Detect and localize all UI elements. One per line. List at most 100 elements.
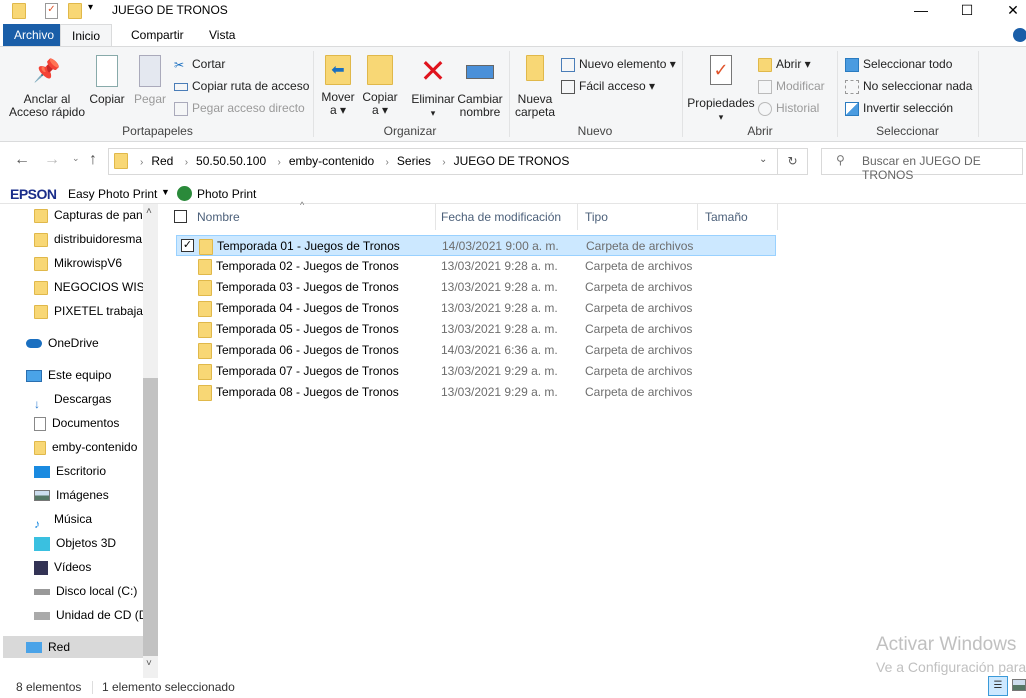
select-all-checkbox[interactable] — [174, 210, 187, 223]
easy-photo-print-button[interactable]: Easy Photo Print — [68, 187, 157, 201]
network-icon — [26, 642, 42, 654]
crumb-emby[interactable]: emby-contenido — [289, 154, 374, 168]
details-view-button[interactable]: ☰ — [988, 676, 1008, 696]
forward-button[interactable]: → — [44, 151, 60, 169]
up-button[interactable]: ↑ — [89, 151, 97, 169]
nav-item-videos[interactable]: Vídeos — [34, 556, 160, 578]
file-row[interactable]: Temporada 05 - Juegos de Tronos 13/03/202… — [176, 319, 776, 340]
easy-photo-dropdown-icon[interactable]: ▼ — [161, 187, 170, 197]
download-icon: ↓ — [34, 396, 40, 410]
group-portapapeles: Portapapeles — [122, 124, 193, 138]
photo-print-button[interactable]: Photo Print — [197, 187, 256, 201]
rename-button[interactable]: Cambiar nombre — [457, 55, 503, 119]
row-checkbox[interactable]: ✓ — [181, 239, 194, 252]
file-row[interactable]: Temporada 08 - Juegos de Tronos 13/03/202… — [176, 382, 776, 403]
address-dropdown-button[interactable]: ⌄ — [759, 154, 767, 165]
nav-item-pixetel[interactable]: PIXETEL trabajad — [34, 300, 160, 322]
maximize-button[interactable]: ☐ — [944, 0, 990, 22]
delete-button[interactable]: ✕ Eliminar ▾ — [410, 55, 456, 120]
history-button[interactable]: Historial — [758, 101, 819, 116]
file-row[interactable]: Temporada 04 - Juegos de Tronos 13/03/202… — [176, 298, 776, 319]
file-date: 13/03/2021 9:28 a. m. — [441, 301, 558, 315]
cut-button[interactable]: ✂ Cortar — [174, 57, 225, 72]
copy-button[interactable]: Copiar — [88, 55, 126, 106]
back-button[interactable]: ← — [14, 151, 30, 169]
nav-item-musica[interactable]: ♪ Música — [34, 508, 160, 530]
search-input[interactable]: ⚲ Buscar en JUEGO DE TRONOS — [821, 148, 1023, 182]
column-fecha[interactable]: Fecha de modificación — [436, 204, 578, 230]
selection-count: 1 elemento seleccionado — [102, 680, 235, 694]
nav-item-objetos-3d[interactable]: Objetos 3D — [34, 532, 160, 554]
copy-path-button[interactable]: Copiar ruta de acceso — [174, 79, 309, 93]
column-nombre[interactable]: Nombre — [192, 204, 436, 230]
breadcrumb: › Red › 50.50.50.100 › emby-contenido › Seri… — [140, 154, 570, 168]
file-date: 13/03/2021 9:29 a. m. — [441, 364, 558, 378]
new-folder-quick-icon[interactable] — [68, 3, 82, 19]
item-count: 8 elementos — [16, 680, 82, 694]
nav-item-capturas[interactable]: Capturas de pan — [34, 204, 160, 226]
file-row[interactable]: Temporada 06 - Juegos de Tronos 14/03/202… — [176, 340, 776, 361]
column-tipo[interactable]: Tipo — [580, 204, 698, 230]
nav-item-imagenes[interactable]: Imágenes — [34, 484, 160, 506]
large-icons-view-button[interactable] — [1012, 679, 1026, 691]
crumb-current[interactable]: JUEGO DE TRONOS — [454, 154, 570, 168]
tab-vista[interactable]: Vista — [198, 24, 246, 47]
select-none-button[interactable]: No seleccionar nada — [845, 79, 972, 94]
paste-button[interactable]: Pegar — [132, 55, 168, 106]
folder-icon — [114, 153, 128, 169]
nav-item-emby[interactable]: emby-contenido — [34, 436, 160, 458]
scroll-up-icon[interactable]: ˄ — [146, 206, 152, 217]
file-type: Carpeta de archivos — [585, 343, 693, 357]
file-row[interactable]: ✓ Temporada 01 - Juegos de Tronos 14/03/20… — [176, 235, 776, 256]
copy-to-button[interactable]: Copiar a ▾ — [360, 55, 400, 117]
scrollbar-thumb[interactable] — [143, 378, 158, 656]
nav-item-onedrive[interactable]: OneDrive — [26, 332, 160, 354]
properties-quick-icon[interactable]: ✓ — [45, 3, 58, 19]
pin-quick-access-button[interactable]: 📌 Anclar al Acceso rápido — [8, 55, 86, 119]
paste-shortcut-button[interactable]: Pegar acceso directo — [174, 101, 305, 116]
move-to-button[interactable]: ⬅ Mover a ▾ — [318, 55, 358, 117]
new-folder-button[interactable]: Nueva carpeta — [512, 55, 558, 119]
scroll-down-icon[interactable]: ˅ — [146, 658, 152, 669]
tab-inicio[interactable]: Inicio — [60, 24, 113, 47]
edit-button[interactable]: Modificar — [758, 79, 825, 94]
epson-logo: EPSON — [10, 186, 57, 202]
nav-item-descargas[interactable]: ↓ Descargas — [34, 388, 160, 410]
nav-item-este-equipo[interactable]: Este equipo — [26, 364, 160, 386]
new-item-icon — [561, 57, 575, 72]
copy-folder-icon — [367, 55, 393, 85]
new-item-button[interactable]: Nuevo elemento ▾ — [561, 57, 676, 72]
file-row[interactable]: Temporada 07 - Juegos de Tronos 13/03/202… — [176, 361, 776, 382]
folder-icon — [198, 343, 212, 359]
close-button[interactable]: ✕ — [990, 0, 1026, 22]
file-row[interactable]: Temporada 02 - Juegos de Tronos 13/03/202… — [176, 256, 776, 277]
easy-access-button[interactable]: Fácil acceso ▾ — [561, 79, 655, 94]
properties-button[interactable]: ✓ Propiedades ▾ — [686, 55, 756, 124]
nav-item-disco-c[interactable]: Disco local (C:) — [34, 580, 160, 602]
tab-compartir[interactable]: Compartir — [120, 24, 195, 47]
crumb-series[interactable]: Series — [397, 154, 431, 168]
crumb-red[interactable]: Red — [151, 154, 173, 168]
refresh-button[interactable]: ↻ — [778, 148, 808, 175]
nav-item-red[interactable]: Red — [3, 636, 143, 658]
crumb-host[interactable]: 50.50.50.100 — [196, 154, 266, 168]
invert-selection-button[interactable]: Invertir selección — [845, 101, 953, 116]
recent-locations-button[interactable]: ⌄ — [72, 153, 80, 164]
help-icon[interactable] — [1013, 28, 1026, 42]
nav-item-escritorio[interactable]: Escritorio — [34, 460, 160, 482]
customize-quick-access-icon[interactable]: ▾ — [88, 2, 93, 13]
nav-item-negocios[interactable]: NEGOCIOS WISP — [34, 276, 160, 298]
file-type: Carpeta de archivos — [585, 322, 693, 336]
nav-item-documentos[interactable]: Documentos — [34, 412, 160, 434]
tab-archivo[interactable]: Archivo — [3, 24, 66, 47]
file-date: 13/03/2021 9:29 a. m. — [441, 385, 558, 399]
column-tamano[interactable]: Tamaño — [700, 204, 778, 230]
select-all-button[interactable]: Seleccionar todo — [845, 57, 952, 72]
nav-item-distribuidores[interactable]: distribuidoresma — [34, 228, 160, 250]
open-button[interactable]: Abrir ▾ — [758, 57, 811, 72]
watermark-title: Activar Windows — [876, 634, 1017, 655]
file-row[interactable]: Temporada 03 - Juegos de Tronos 13/03/202… — [176, 277, 776, 298]
nav-item-mikrowisp[interactable]: MikrowispV6 — [34, 252, 160, 274]
minimize-button[interactable]: — — [898, 0, 944, 22]
nav-item-cd[interactable]: Unidad de CD (D — [34, 604, 160, 626]
